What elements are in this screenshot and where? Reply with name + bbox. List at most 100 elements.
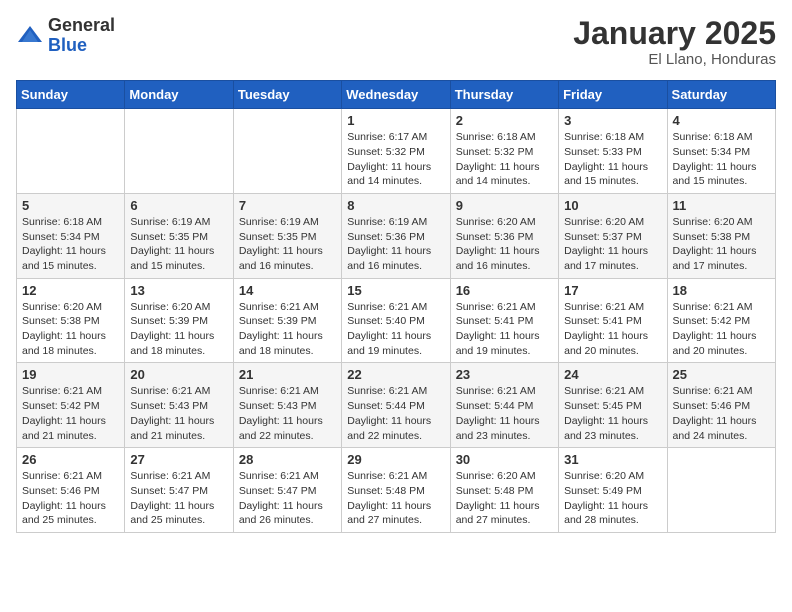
day-cell: 8 Sunrise: 6:19 AM Sunset: 5:36 PM Daylig… xyxy=(342,193,450,278)
day-number: 6 xyxy=(130,198,227,213)
day-info: Sunrise: 6:21 AM Sunset: 5:39 PM Dayligh… xyxy=(239,300,336,359)
day-info: Sunrise: 6:18 AM Sunset: 5:34 PM Dayligh… xyxy=(22,215,119,274)
day-number: 2 xyxy=(456,113,553,128)
day-cell: 28 Sunrise: 6:21 AM Sunset: 5:47 PM Dayli… xyxy=(233,448,341,533)
day-cell: 20 Sunrise: 6:21 AM Sunset: 5:43 PM Dayli… xyxy=(125,363,233,448)
weekday-header-saturday: Saturday xyxy=(667,81,775,109)
day-cell: 27 Sunrise: 6:21 AM Sunset: 5:47 PM Dayli… xyxy=(125,448,233,533)
day-cell: 10 Sunrise: 6:20 AM Sunset: 5:37 PM Dayli… xyxy=(559,193,667,278)
day-number: 22 xyxy=(347,367,444,382)
day-info: Sunrise: 6:20 AM Sunset: 5:49 PM Dayligh… xyxy=(564,469,661,528)
day-cell: 11Sunrise: 6:20 AM Sunset: 5:38 PM Dayli… xyxy=(667,193,775,278)
day-info: Sunrise: 6:21 AM Sunset: 5:42 PM Dayligh… xyxy=(673,300,770,359)
day-cell xyxy=(667,448,775,533)
day-cell: 26 Sunrise: 6:21 AM Sunset: 5:46 PM Dayli… xyxy=(17,448,125,533)
day-number: 13 xyxy=(130,283,227,298)
day-cell: 7 Sunrise: 6:19 AM Sunset: 5:35 PM Daylig… xyxy=(233,193,341,278)
day-info: Sunrise: 6:20 AM Sunset: 5:39 PM Dayligh… xyxy=(130,300,227,359)
day-number: 24 xyxy=(564,367,661,382)
day-number: 8 xyxy=(347,198,444,213)
week-row-5: 26 Sunrise: 6:21 AM Sunset: 5:46 PM Dayli… xyxy=(17,448,776,533)
day-cell: 15Sunrise: 6:21 AM Sunset: 5:40 PM Dayli… xyxy=(342,278,450,363)
weekday-header-sunday: Sunday xyxy=(17,81,125,109)
day-cell: 5 Sunrise: 6:18 AM Sunset: 5:34 PM Daylig… xyxy=(17,193,125,278)
day-cell: 24Sunrise: 6:21 AM Sunset: 5:45 PM Dayli… xyxy=(559,363,667,448)
weekday-header-thursday: Thursday xyxy=(450,81,558,109)
location: El Llano, Honduras xyxy=(573,51,776,68)
day-cell: 30Sunrise: 6:20 AM Sunset: 5:48 PM Dayli… xyxy=(450,448,558,533)
day-info: Sunrise: 6:21 AM Sunset: 5:48 PM Dayligh… xyxy=(347,469,444,528)
day-number: 17 xyxy=(564,283,661,298)
logo: General Blue xyxy=(16,16,115,56)
day-number: 26 xyxy=(22,452,119,467)
month-title: January 2025 xyxy=(573,16,776,51)
day-number: 20 xyxy=(130,367,227,382)
weekday-header-monday: Monday xyxy=(125,81,233,109)
day-info: Sunrise: 6:21 AM Sunset: 5:44 PM Dayligh… xyxy=(456,384,553,443)
week-row-3: 12 Sunrise: 6:20 AM Sunset: 5:38 PM Dayli… xyxy=(17,278,776,363)
day-number: 27 xyxy=(130,452,227,467)
day-number: 4 xyxy=(673,113,770,128)
day-cell: 17 Sunrise: 6:21 AM Sunset: 5:41 PM Dayli… xyxy=(559,278,667,363)
day-cell: 9Sunrise: 6:20 AM Sunset: 5:36 PM Daylig… xyxy=(450,193,558,278)
day-cell xyxy=(17,109,125,194)
day-number: 12 xyxy=(22,283,119,298)
day-cell: 3 Sunrise: 6:18 AM Sunset: 5:33 PM Daylig… xyxy=(559,109,667,194)
day-cell: 19Sunrise: 6:21 AM Sunset: 5:42 PM Dayli… xyxy=(17,363,125,448)
day-info: Sunrise: 6:21 AM Sunset: 5:47 PM Dayligh… xyxy=(239,469,336,528)
week-row-2: 5 Sunrise: 6:18 AM Sunset: 5:34 PM Daylig… xyxy=(17,193,776,278)
day-cell: 23 Sunrise: 6:21 AM Sunset: 5:44 PM Dayli… xyxy=(450,363,558,448)
day-info: Sunrise: 6:18 AM Sunset: 5:33 PM Dayligh… xyxy=(564,130,661,189)
day-cell: 13 Sunrise: 6:20 AM Sunset: 5:39 PM Dayli… xyxy=(125,278,233,363)
logo-general-text: General xyxy=(48,15,115,35)
day-number: 23 xyxy=(456,367,553,382)
day-info: Sunrise: 6:18 AM Sunset: 5:34 PM Dayligh… xyxy=(673,130,770,189)
day-cell: 14 Sunrise: 6:21 AM Sunset: 5:39 PM Dayli… xyxy=(233,278,341,363)
day-info: Sunrise: 6:19 AM Sunset: 5:35 PM Dayligh… xyxy=(239,215,336,274)
day-cell: 31 Sunrise: 6:20 AM Sunset: 5:49 PM Dayli… xyxy=(559,448,667,533)
day-number: 31 xyxy=(564,452,661,467)
day-number: 19 xyxy=(22,367,119,382)
day-number: 16 xyxy=(456,283,553,298)
day-info: Sunrise: 6:21 AM Sunset: 5:43 PM Dayligh… xyxy=(239,384,336,443)
day-info: Sunrise: 6:20 AM Sunset: 5:36 PM Dayligh… xyxy=(456,215,553,274)
day-info: Sunrise: 6:21 AM Sunset: 5:41 PM Dayligh… xyxy=(456,300,553,359)
day-cell: 16 Sunrise: 6:21 AM Sunset: 5:41 PM Dayli… xyxy=(450,278,558,363)
day-number: 11 xyxy=(673,198,770,213)
title-block: January 2025 El Llano, Honduras xyxy=(573,16,776,68)
day-info: Sunrise: 6:18 AM Sunset: 5:32 PM Dayligh… xyxy=(456,130,553,189)
day-number: 3 xyxy=(564,113,661,128)
logo-icon xyxy=(16,22,44,50)
day-info: Sunrise: 6:21 AM Sunset: 5:46 PM Dayligh… xyxy=(22,469,119,528)
day-cell: 22Sunrise: 6:21 AM Sunset: 5:44 PM Dayli… xyxy=(342,363,450,448)
week-row-4: 19Sunrise: 6:21 AM Sunset: 5:42 PM Dayli… xyxy=(17,363,776,448)
weekday-header-wednesday: Wednesday xyxy=(342,81,450,109)
day-number: 18 xyxy=(673,283,770,298)
weekday-header-friday: Friday xyxy=(559,81,667,109)
day-cell xyxy=(125,109,233,194)
day-number: 5 xyxy=(22,198,119,213)
day-number: 10 xyxy=(564,198,661,213)
day-cell: 2 Sunrise: 6:18 AM Sunset: 5:32 PM Daylig… xyxy=(450,109,558,194)
page-header: General Blue January 2025 El Llano, Hond… xyxy=(16,16,776,68)
day-cell: 29 Sunrise: 6:21 AM Sunset: 5:48 PM Dayli… xyxy=(342,448,450,533)
day-number: 29 xyxy=(347,452,444,467)
calendar-table: SundayMondayTuesdayWednesdayThursdayFrid… xyxy=(16,80,776,533)
day-number: 7 xyxy=(239,198,336,213)
day-info: Sunrise: 6:20 AM Sunset: 5:37 PM Dayligh… xyxy=(564,215,661,274)
day-info: Sunrise: 6:19 AM Sunset: 5:35 PM Dayligh… xyxy=(130,215,227,274)
day-cell: 12 Sunrise: 6:20 AM Sunset: 5:38 PM Dayli… xyxy=(17,278,125,363)
week-row-1: 1 Sunrise: 6:17 AM Sunset: 5:32 PM Daylig… xyxy=(17,109,776,194)
day-info: Sunrise: 6:21 AM Sunset: 5:41 PM Dayligh… xyxy=(564,300,661,359)
weekday-header-tuesday: Tuesday xyxy=(233,81,341,109)
day-info: Sunrise: 6:19 AM Sunset: 5:36 PM Dayligh… xyxy=(347,215,444,274)
day-number: 28 xyxy=(239,452,336,467)
day-info: Sunrise: 6:20 AM Sunset: 5:48 PM Dayligh… xyxy=(456,469,553,528)
day-info: Sunrise: 6:21 AM Sunset: 5:47 PM Dayligh… xyxy=(130,469,227,528)
day-info: Sunrise: 6:20 AM Sunset: 5:38 PM Dayligh… xyxy=(22,300,119,359)
day-info: Sunrise: 6:17 AM Sunset: 5:32 PM Dayligh… xyxy=(347,130,444,189)
day-number: 14 xyxy=(239,283,336,298)
day-info: Sunrise: 6:21 AM Sunset: 5:43 PM Dayligh… xyxy=(130,384,227,443)
day-number: 1 xyxy=(347,113,444,128)
day-info: Sunrise: 6:21 AM Sunset: 5:40 PM Dayligh… xyxy=(347,300,444,359)
